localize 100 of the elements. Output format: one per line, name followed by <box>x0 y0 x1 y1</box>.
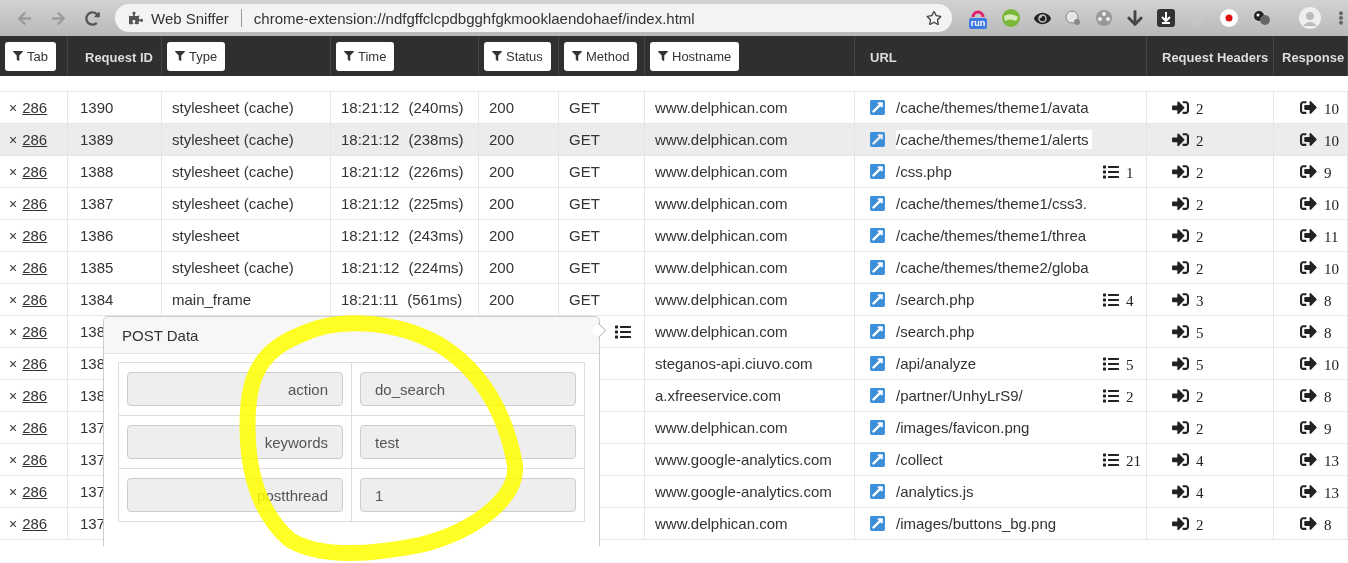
address-bar[interactable]: Web Sniffer chrome-extension://ndfgffclcpdbgghfgkmooklaendohaef/index.html <box>115 4 952 32</box>
list-icon[interactable] <box>1103 291 1119 308</box>
external-link-icon[interactable] <box>869 227 886 244</box>
filter-button[interactable]: Hostname <box>650 41 740 71</box>
tab-link[interactable]: 286 <box>22 483 48 500</box>
sign-in-icon[interactable] <box>1172 227 1189 244</box>
list-icon[interactable] <box>1103 355 1119 372</box>
field-value[interactable]: 1 <box>360 478 576 512</box>
sign-in-icon[interactable] <box>1172 259 1189 276</box>
sign-out-icon[interactable] <box>1300 195 1317 212</box>
external-link-icon[interactable] <box>869 195 886 212</box>
download-box-icon[interactable] <box>1157 9 1175 27</box>
sign-in-icon[interactable] <box>1172 451 1189 468</box>
download-icon[interactable] <box>1126 9 1144 27</box>
external-link-icon[interactable] <box>869 99 886 116</box>
tab-link[interactable]: 286 <box>22 227 48 244</box>
tab-link[interactable]: 286 <box>22 387 48 404</box>
close-button[interactable]: × <box>9 355 18 372</box>
external-link-icon[interactable] <box>869 387 886 404</box>
close-button[interactable]: × <box>9 131 18 148</box>
field-name[interactable]: action <box>127 372 343 406</box>
filter-button[interactable]: Tab <box>5 41 56 71</box>
sign-out-icon[interactable] <box>1300 419 1317 436</box>
record-icon[interactable] <box>1219 8 1239 28</box>
external-link-icon[interactable] <box>869 483 886 500</box>
close-button[interactable]: × <box>9 291 18 308</box>
sign-in-icon[interactable] <box>1172 131 1189 148</box>
sign-out-icon[interactable] <box>1300 515 1317 532</box>
close-button[interactable]: × <box>9 419 18 436</box>
sign-in-icon[interactable] <box>1172 99 1189 116</box>
close-button[interactable]: × <box>9 483 18 500</box>
external-link-icon[interactable] <box>869 515 886 532</box>
external-link-icon[interactable] <box>869 291 886 308</box>
table-row[interactable]: × 286 1386 stylesheet 18:21:12 (243ms) 200 GET www.delphican.com /cache/themes/theme1/threa 2 11 <box>0 220 1348 252</box>
close-button[interactable]: × <box>9 451 18 468</box>
list-icon[interactable] <box>1103 387 1119 404</box>
filter-button[interactable]: Type <box>167 41 226 71</box>
tab-link[interactable]: 286 <box>22 451 48 468</box>
field-value[interactable]: test <box>360 425 576 459</box>
list-icon[interactable] <box>1103 163 1119 180</box>
sign-out-icon[interactable] <box>1300 227 1317 244</box>
tab-link[interactable]: 286 <box>22 131 48 148</box>
external-link-icon[interactable] <box>869 323 886 340</box>
external-link-icon[interactable] <box>869 163 886 180</box>
sign-in-icon[interactable] <box>1172 163 1189 180</box>
external-link-icon[interactable] <box>869 355 886 372</box>
sign-in-icon[interactable] <box>1172 515 1189 532</box>
external-link-icon[interactable] <box>869 259 886 276</box>
sign-in-icon[interactable] <box>1172 419 1189 436</box>
external-link-icon[interactable] <box>869 419 886 436</box>
close-button[interactable]: × <box>9 195 18 212</box>
sign-out-icon[interactable] <box>1300 99 1317 116</box>
tab-link[interactable]: 286 <box>22 323 48 340</box>
tab-link[interactable]: 286 <box>22 195 48 212</box>
filter-button[interactable]: Status <box>484 41 551 71</box>
tab-link[interactable]: 286 <box>22 291 48 308</box>
close-button[interactable]: × <box>9 259 18 276</box>
table-row[interactable]: × 286 1389 stylesheet (cache) 18:21:12 (238ms) 200 GET www.delphican.com /cache/themes/theme1/alerts 2 10 <box>0 124 1348 156</box>
tab-link[interactable]: 286 <box>22 515 48 532</box>
table-row[interactable]: × 286 1385 stylesheet (cache) 18:21:12 (224ms) 200 GET www.delphican.com /cache/themes/theme2/globa 2 10 <box>0 252 1348 284</box>
sign-in-icon[interactable] <box>1172 323 1189 340</box>
sign-in-icon[interactable] <box>1172 355 1189 372</box>
tab-link[interactable]: 286 <box>22 259 48 276</box>
tab-link[interactable]: 286 <box>22 355 48 372</box>
sign-out-icon[interactable] <box>1300 451 1317 468</box>
table-row[interactable]: × 286 1388 stylesheet (cache) 18:21:12 (226ms) 200 GET www.delphican.com /css.php 1 2 9 <box>0 156 1348 188</box>
sign-out-icon[interactable] <box>1300 323 1317 340</box>
tab-link[interactable]: 286 <box>22 99 48 116</box>
close-button[interactable]: × <box>9 99 18 116</box>
list-icon[interactable] <box>615 323 631 340</box>
external-link-icon[interactable] <box>869 451 886 468</box>
close-button[interactable]: × <box>9 323 18 340</box>
sign-out-icon[interactable] <box>1300 387 1317 404</box>
balls-icon[interactable] <box>1252 9 1272 27</box>
sign-in-icon[interactable] <box>1172 387 1189 404</box>
external-link-icon[interactable] <box>869 131 886 148</box>
sign-in-icon[interactable] <box>1172 483 1189 500</box>
table-row[interactable]: × 286 1387 stylesheet (cache) 18:21:12 (225ms) 200 GET www.delphican.com /cache/themes/theme1/css3. 2 10 <box>0 188 1348 220</box>
sign-in-icon[interactable] <box>1172 195 1189 212</box>
filter-button[interactable]: Method <box>564 41 638 71</box>
table-row[interactable]: × 286 1390 stylesheet (cache) 18:21:12 (240ms) 200 GET www.delphican.com /cache/themes/theme1/avata 2 10 <box>0 92 1348 124</box>
sign-out-icon[interactable] <box>1300 483 1317 500</box>
sign-out-icon[interactable] <box>1300 131 1317 148</box>
tab-link[interactable]: 286 <box>22 419 48 436</box>
sign-out-icon[interactable] <box>1300 259 1317 276</box>
filter-button[interactable]: Time <box>336 41 395 71</box>
close-button[interactable]: × <box>9 515 18 532</box>
star-icon[interactable] <box>926 10 942 26</box>
close-button[interactable]: × <box>9 387 18 404</box>
sign-out-icon[interactable] <box>1300 291 1317 308</box>
close-button[interactable]: × <box>9 227 18 244</box>
list-icon[interactable] <box>1103 451 1119 468</box>
field-name[interactable]: keywords <box>127 425 343 459</box>
tab-link[interactable]: 286 <box>22 163 48 180</box>
close-button[interactable]: × <box>9 163 18 180</box>
sign-out-icon[interactable] <box>1300 163 1317 180</box>
table-row[interactable]: × 286 1384 main_frame 18:21:11 (561ms) 200 GET www.delphican.com /search.php 4 3 8 <box>0 284 1348 316</box>
field-value[interactable]: do_search <box>360 372 576 406</box>
sign-out-icon[interactable] <box>1300 355 1317 372</box>
sign-in-icon[interactable] <box>1172 291 1189 308</box>
